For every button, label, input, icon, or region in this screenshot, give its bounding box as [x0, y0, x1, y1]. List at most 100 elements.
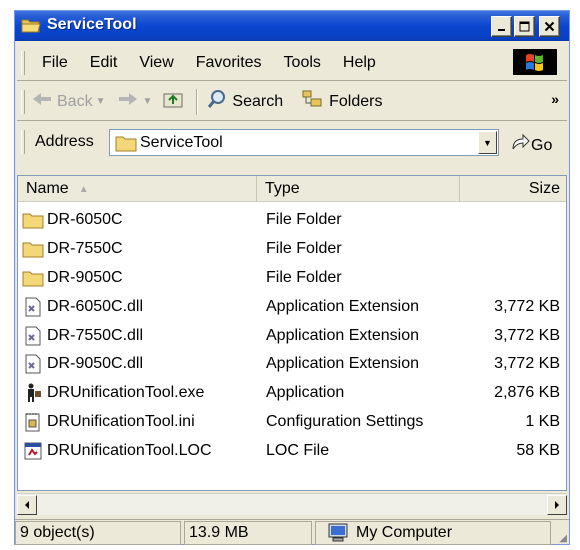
- table-row[interactable]: DRUnificationTool.ini Configuration Sett…: [18, 408, 566, 437]
- forward-button[interactable]: ▼: [117, 91, 152, 112]
- file-type: Configuration Settings: [266, 412, 424, 430]
- menu-file[interactable]: File: [31, 54, 79, 72]
- up-folder-button[interactable]: [162, 89, 184, 114]
- standard-toolbar: Back ▼ ▼ Search Folders »: [17, 83, 567, 121]
- status-object-count: 9 object(s): [15, 521, 181, 545]
- address-value: ServiceTool: [140, 133, 223, 151]
- file-size: 58 KB: [516, 441, 560, 459]
- table-row[interactable]: DR-9050C.dll Application Extension 3,772…: [18, 350, 566, 379]
- toolbar-more-button[interactable]: »: [551, 91, 559, 107]
- resize-grip[interactable]: ◢: [559, 533, 567, 544]
- sort-ascending-icon: ▲: [78, 183, 89, 195]
- column-name-label: Name: [26, 180, 69, 197]
- file-size: 3,772 KB: [494, 326, 560, 344]
- table-row[interactable]: DR-6050C File Folder: [18, 206, 566, 235]
- back-dropdown-icon[interactable]: ▼: [96, 96, 106, 107]
- search-label: Search: [232, 92, 284, 110]
- forward-arrow-icon: [117, 91, 139, 112]
- file-type: LOC File: [266, 441, 330, 459]
- folders-button[interactable]: Folders: [301, 89, 382, 114]
- ini-file-icon: [22, 412, 44, 432]
- menu-edit[interactable]: Edit: [79, 54, 129, 72]
- address-bar: Address ServiceTool ▼ Go: [17, 123, 567, 161]
- folder-icon: [22, 239, 44, 259]
- loc-file-icon: [22, 441, 44, 461]
- column-type-label: Type: [265, 180, 300, 197]
- back-label: Back: [57, 92, 93, 110]
- go-button[interactable]: Go: [509, 133, 552, 158]
- file-size: 2,876 KB: [494, 384, 560, 402]
- menu-bar: File Edit View Favorites Tools Help: [17, 45, 567, 81]
- toolbar-grip[interactable]: [21, 89, 25, 114]
- file-type: Application Extension: [266, 326, 419, 344]
- menu-tools[interactable]: Tools: [273, 54, 332, 72]
- maximize-button[interactable]: [514, 16, 535, 37]
- file-type: File Folder: [266, 211, 342, 229]
- table-row[interactable]: DR-7550C.dll Application Extension 3,772…: [18, 321, 566, 350]
- windows-logo-icon: [513, 49, 557, 75]
- column-size[interactable]: Size: [460, 176, 566, 202]
- column-type[interactable]: Type: [257, 176, 460, 202]
- back-button[interactable]: Back ▼: [31, 91, 105, 112]
- go-label: Go: [531, 136, 553, 154]
- menu-favorites[interactable]: Favorites: [185, 54, 273, 72]
- window-title: ServiceTool: [47, 16, 137, 33]
- folder-open-icon: [21, 17, 41, 34]
- scroll-left-button[interactable]: [17, 495, 37, 515]
- file-rows: DR-6050C File Folder DR-7550C File Folde…: [18, 206, 566, 465]
- forward-dropdown-icon[interactable]: ▼: [142, 96, 152, 107]
- go-arrow-icon: [509, 133, 531, 158]
- title-bar[interactable]: ServiceTool: [15, 11, 569, 41]
- file-type: Application Extension: [266, 355, 419, 373]
- file-type: Application: [266, 384, 345, 402]
- file-name: DR-9050C.dll: [47, 355, 144, 373]
- file-name: DR-7550C.dll: [47, 326, 144, 344]
- address-grip[interactable]: [21, 130, 25, 154]
- table-row[interactable]: DRUnificationTool.exe Application 2,876 …: [18, 379, 566, 408]
- folders-label: Folders: [329, 92, 383, 110]
- column-size-label: Size: [528, 180, 560, 197]
- file-name: DR-7550C: [47, 240, 123, 258]
- file-name: DR-6050C: [47, 211, 123, 229]
- close-button[interactable]: [539, 16, 560, 37]
- status-location: My Computer: [315, 521, 551, 545]
- dll-file-icon: [22, 326, 44, 346]
- back-arrow-icon: [31, 91, 53, 112]
- table-row[interactable]: DR-7550C File Folder: [18, 235, 566, 264]
- search-icon: [206, 88, 228, 115]
- file-name: DR-9050C: [47, 268, 123, 286]
- horizontal-scrollbar[interactable]: [17, 493, 567, 515]
- dll-file-icon: [22, 297, 44, 317]
- folder-icon: [22, 268, 44, 288]
- file-size: 3,772 KB: [494, 355, 560, 373]
- file-size: 3,772 KB: [494, 297, 560, 315]
- minimize-button[interactable]: [491, 16, 512, 37]
- file-name: DRUnificationTool.exe: [47, 384, 205, 402]
- status-bar: 9 object(s) 13.9 MB My Computer ◢: [15, 519, 569, 546]
- table-row[interactable]: DR-6050C.dll Application Extension 3,772…: [18, 292, 566, 321]
- menu-grip[interactable]: [21, 50, 25, 75]
- menu-view[interactable]: View: [128, 54, 184, 72]
- folder-icon: [22, 210, 44, 230]
- file-name: DRUnificationTool.LOC: [47, 441, 212, 459]
- address-dropdown-button[interactable]: ▼: [478, 131, 497, 154]
- column-name[interactable]: Name ▲: [18, 176, 257, 202]
- explorer-window: ServiceTool File Edit View Favorites Too…: [14, 10, 570, 545]
- file-type: File Folder: [266, 268, 342, 286]
- address-input[interactable]: ServiceTool ▼: [109, 129, 499, 156]
- my-computer-icon: [326, 523, 350, 543]
- exe-app-icon: [22, 383, 44, 403]
- file-type: Application Extension: [266, 297, 419, 315]
- toolbar-separator: [196, 88, 199, 115]
- status-location-label: My Computer: [356, 524, 453, 541]
- file-size: 1 KB: [525, 412, 560, 430]
- status-total-size: 13.9 MB: [184, 521, 312, 545]
- address-label: Address: [35, 133, 94, 150]
- folders-icon: [301, 89, 325, 114]
- table-row[interactable]: DR-9050C File Folder: [18, 264, 566, 293]
- table-row[interactable]: DRUnificationTool.LOC LOC File 58 KB: [18, 436, 566, 465]
- scroll-right-button[interactable]: [547, 495, 567, 515]
- file-type: File Folder: [266, 240, 342, 258]
- search-button[interactable]: Search: [206, 88, 283, 115]
- menu-help[interactable]: Help: [332, 54, 387, 72]
